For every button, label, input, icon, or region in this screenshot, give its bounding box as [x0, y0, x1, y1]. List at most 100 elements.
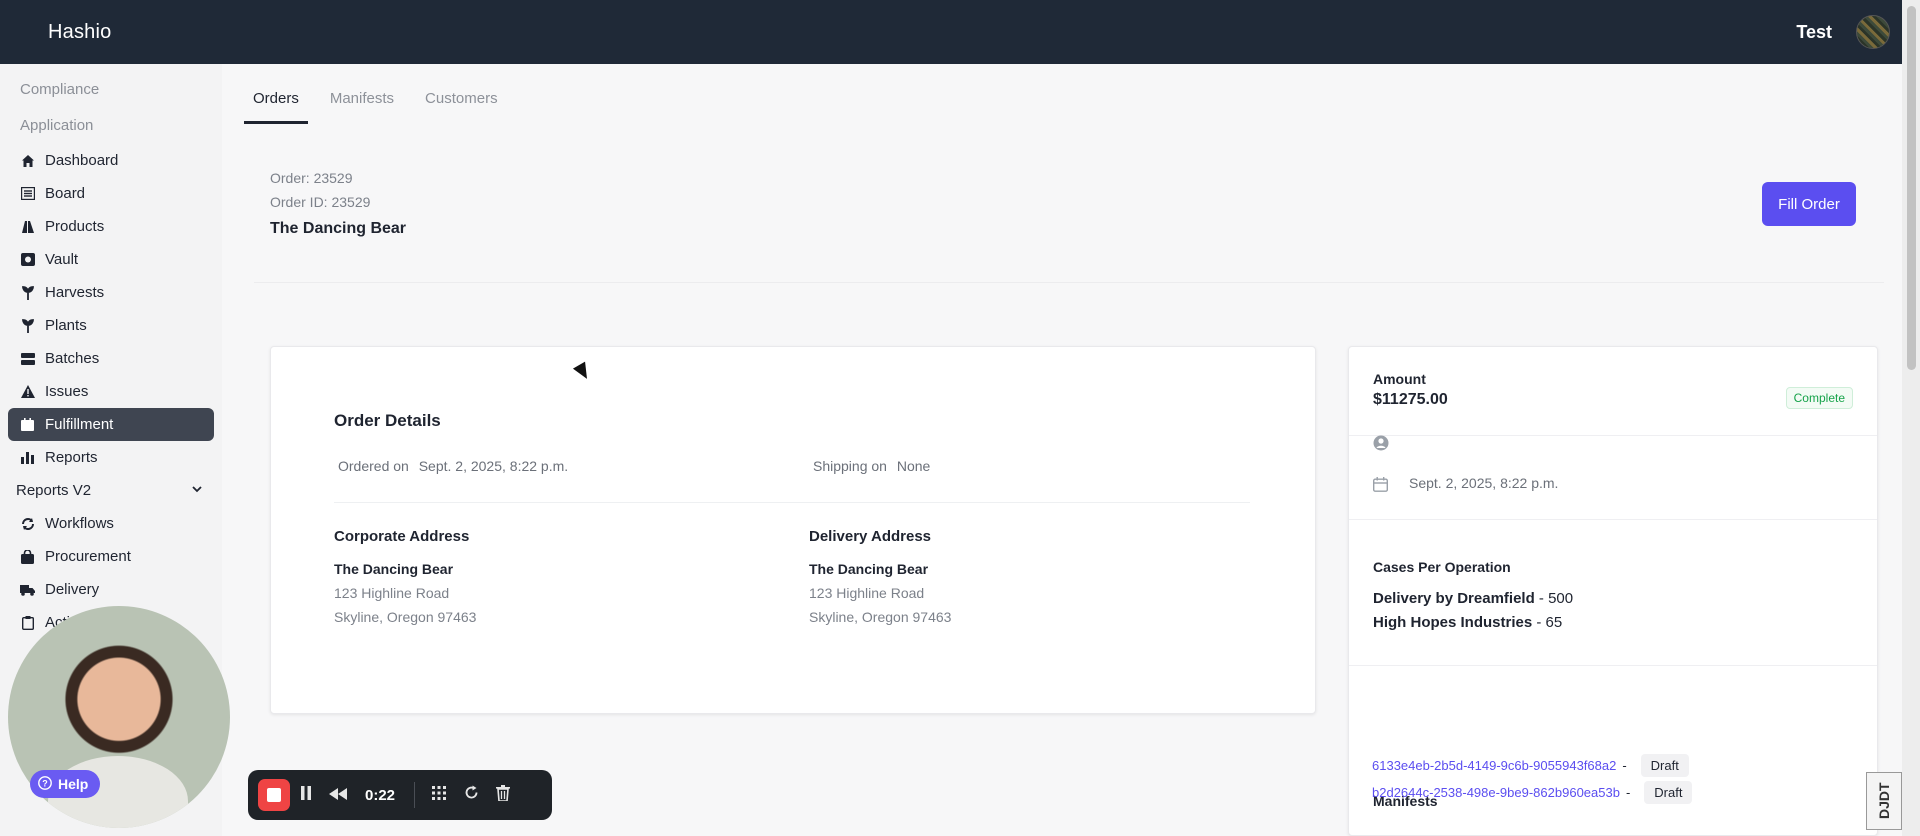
- grid-icon: [431, 785, 447, 805]
- grid-button[interactable]: [423, 785, 455, 806]
- svg-text:?: ?: [42, 778, 48, 788]
- pause-icon: [300, 785, 312, 804]
- sidebar-item-vault[interactable]: Vault: [8, 243, 214, 276]
- tab-orders[interactable]: Orders: [244, 90, 308, 124]
- order-details-card: Order Details Ordered on Sept. 2, 2025, …: [270, 346, 1316, 714]
- tab-customers[interactable]: Customers: [416, 90, 507, 124]
- shipping-on: Shipping on None: [813, 458, 930, 474]
- corporate-address-city: Skyline, Oregon 97463: [334, 609, 477, 625]
- restart-button[interactable]: [455, 785, 487, 805]
- sidebar-item-reports-v2[interactable]: Reports V2: [8, 474, 214, 507]
- shipping-on-label: Shipping on: [813, 458, 887, 474]
- sidebar-item-board[interactable]: Board: [8, 177, 214, 210]
- scrollbar-thumb[interactable]: [1907, 6, 1916, 370]
- bar-chart-icon: [20, 450, 35, 465]
- order-header: Order: 23529 Order ID: 23529 The Dancing…: [270, 166, 406, 238]
- amount-label: Amount: [1373, 371, 1426, 387]
- sidebar-item-reports[interactable]: Reports: [8, 441, 214, 474]
- manifest-status: Draft: [1640, 754, 1689, 777]
- list-item: Delivery by Dreamfield - 500: [1373, 587, 1573, 611]
- case-value: 500: [1548, 590, 1574, 607]
- pause-button[interactable]: [290, 785, 322, 805]
- list-item: High Hopes Industries - 65: [1373, 611, 1573, 635]
- cases-label: Cases Per Operation: [1373, 559, 1511, 575]
- page-scrollbar[interactable]: [1902, 0, 1920, 836]
- list-item: 6133e4eb-2b5d-4149-9c6b-9055943f68a2 - D…: [1372, 754, 1689, 777]
- ordered-on-value: Sept. 2, 2025, 8:22 p.m.: [418, 458, 569, 474]
- user-avatar[interactable]: [1856, 15, 1890, 49]
- help-button[interactable]: ? Help: [30, 770, 101, 798]
- amount-value: $11275.00: [1373, 391, 1448, 408]
- brand-logo[interactable]: Hashio: [48, 21, 111, 44]
- list-item: b2d2644c-2538-498e-9be9-862b960ea53b - D…: [1372, 781, 1693, 804]
- corporate-address-street: 123 Highline Road: [334, 585, 450, 601]
- help-icon: ?: [38, 775, 52, 793]
- products-icon: [20, 219, 35, 234]
- divider: [1349, 665, 1877, 666]
- sidebar-item-fulfillment[interactable]: Fulfillment: [8, 408, 214, 441]
- calendar-icon: [1372, 477, 1389, 496]
- fill-order-button[interactable]: Fill Order: [1762, 182, 1856, 226]
- divider: [254, 282, 1884, 283]
- user-name[interactable]: Test: [1796, 22, 1832, 43]
- sidebar-item-issues[interactable]: Issues: [8, 375, 214, 408]
- sidebar-item-workflows[interactable]: Workflows: [8, 507, 214, 540]
- workflow-icon: [20, 516, 35, 531]
- rewind-icon: [329, 785, 347, 804]
- delivery-address-name: The Dancing Bear: [809, 561, 929, 577]
- sidebar-item-label: Delivery: [45, 581, 100, 598]
- order-details-title: Order Details: [334, 411, 441, 430]
- truck-icon: [20, 582, 35, 597]
- sidebar-section-compliance[interactable]: Compliance: [0, 72, 222, 108]
- sidebar-item-delivery[interactable]: Delivery: [8, 573, 214, 606]
- cases-list: Delivery by Dreamfield - 500 High Hopes …: [1373, 587, 1573, 635]
- sidebar-item-batches[interactable]: Batches: [8, 342, 214, 375]
- order-id: Order ID: 23529: [270, 194, 371, 210]
- ordered-on: Ordered on Sept. 2, 2025, 8:22 p.m.: [338, 458, 568, 474]
- case-separator: -: [1538, 590, 1544, 607]
- recording-timer: 0:22: [364, 786, 396, 804]
- status-badge: Complete: [1785, 387, 1853, 409]
- divider: [1349, 519, 1877, 520]
- manifest-link[interactable]: b2d2644c-2538-498e-9be9-862b960ea53b: [1372, 785, 1620, 800]
- ordered-on-label: Ordered on: [338, 458, 409, 474]
- sidebar-item-label: Issues: [45, 383, 89, 400]
- case-name: High Hopes Industries: [1373, 614, 1533, 631]
- refresh-icon: [464, 785, 479, 804]
- delivery-address-street: 123 Highline Road: [809, 585, 925, 601]
- tab-manifests[interactable]: Manifests: [321, 90, 403, 124]
- sidebar-item-dashboard[interactable]: Dashboard: [8, 144, 214, 177]
- user-icon: [1373, 435, 1389, 455]
- plant-icon: [20, 318, 35, 333]
- sidebar-item-label: Reports V2: [16, 482, 92, 499]
- debug-toolbar-tab[interactable]: DJDT: [1866, 772, 1902, 830]
- sidebar-section-application[interactable]: Application: [0, 108, 222, 144]
- chevron-down-icon[interactable]: [192, 485, 202, 496]
- sidebar-item-harvests[interactable]: Harvests: [8, 276, 214, 309]
- delete-button[interactable]: [487, 784, 519, 806]
- case-separator: -: [1536, 614, 1542, 631]
- manifest-link[interactable]: 6133e4eb-2b5d-4149-9c6b-9055943f68a2: [1372, 758, 1616, 773]
- delivery-address: Delivery Address The Dancing Bear 123 Hi…: [809, 525, 951, 629]
- sidebar-item-plants[interactable]: Plants: [8, 309, 214, 342]
- divider: [1349, 435, 1877, 436]
- order-number: Order: 23529: [270, 170, 353, 186]
- summary-date: Sept. 2, 2025, 8:22 p.m.: [1409, 475, 1559, 491]
- main-content: Orders Manifests Customers Order: 23529 …: [222, 64, 1902, 836]
- sidebar-item-label: Harvests: [45, 284, 105, 301]
- rewind-button[interactable]: [322, 785, 354, 805]
- stop-recording-button[interactable]: [258, 779, 290, 811]
- home-icon: [20, 153, 35, 168]
- case-value: 65: [1545, 614, 1563, 631]
- user-menu[interactable]: Test: [1796, 15, 1890, 49]
- delivery-address-label: Delivery Address: [809, 528, 932, 545]
- sidebar-item-products[interactable]: Products: [8, 210, 214, 243]
- sidebar-item-procurement[interactable]: Procurement: [8, 540, 214, 573]
- corporate-address: Corporate Address The Dancing Bear 123 H…: [334, 525, 476, 629]
- trash-icon: [496, 784, 510, 805]
- top-navbar: Hashio Test: [0, 0, 1920, 64]
- sidebar-item-label: Batches: [45, 350, 100, 367]
- sidebar-item-label: Fulfillment: [45, 416, 114, 433]
- recording-toolbar: 0:22: [248, 770, 552, 820]
- sidebar-item-label: Vault: [45, 251, 79, 268]
